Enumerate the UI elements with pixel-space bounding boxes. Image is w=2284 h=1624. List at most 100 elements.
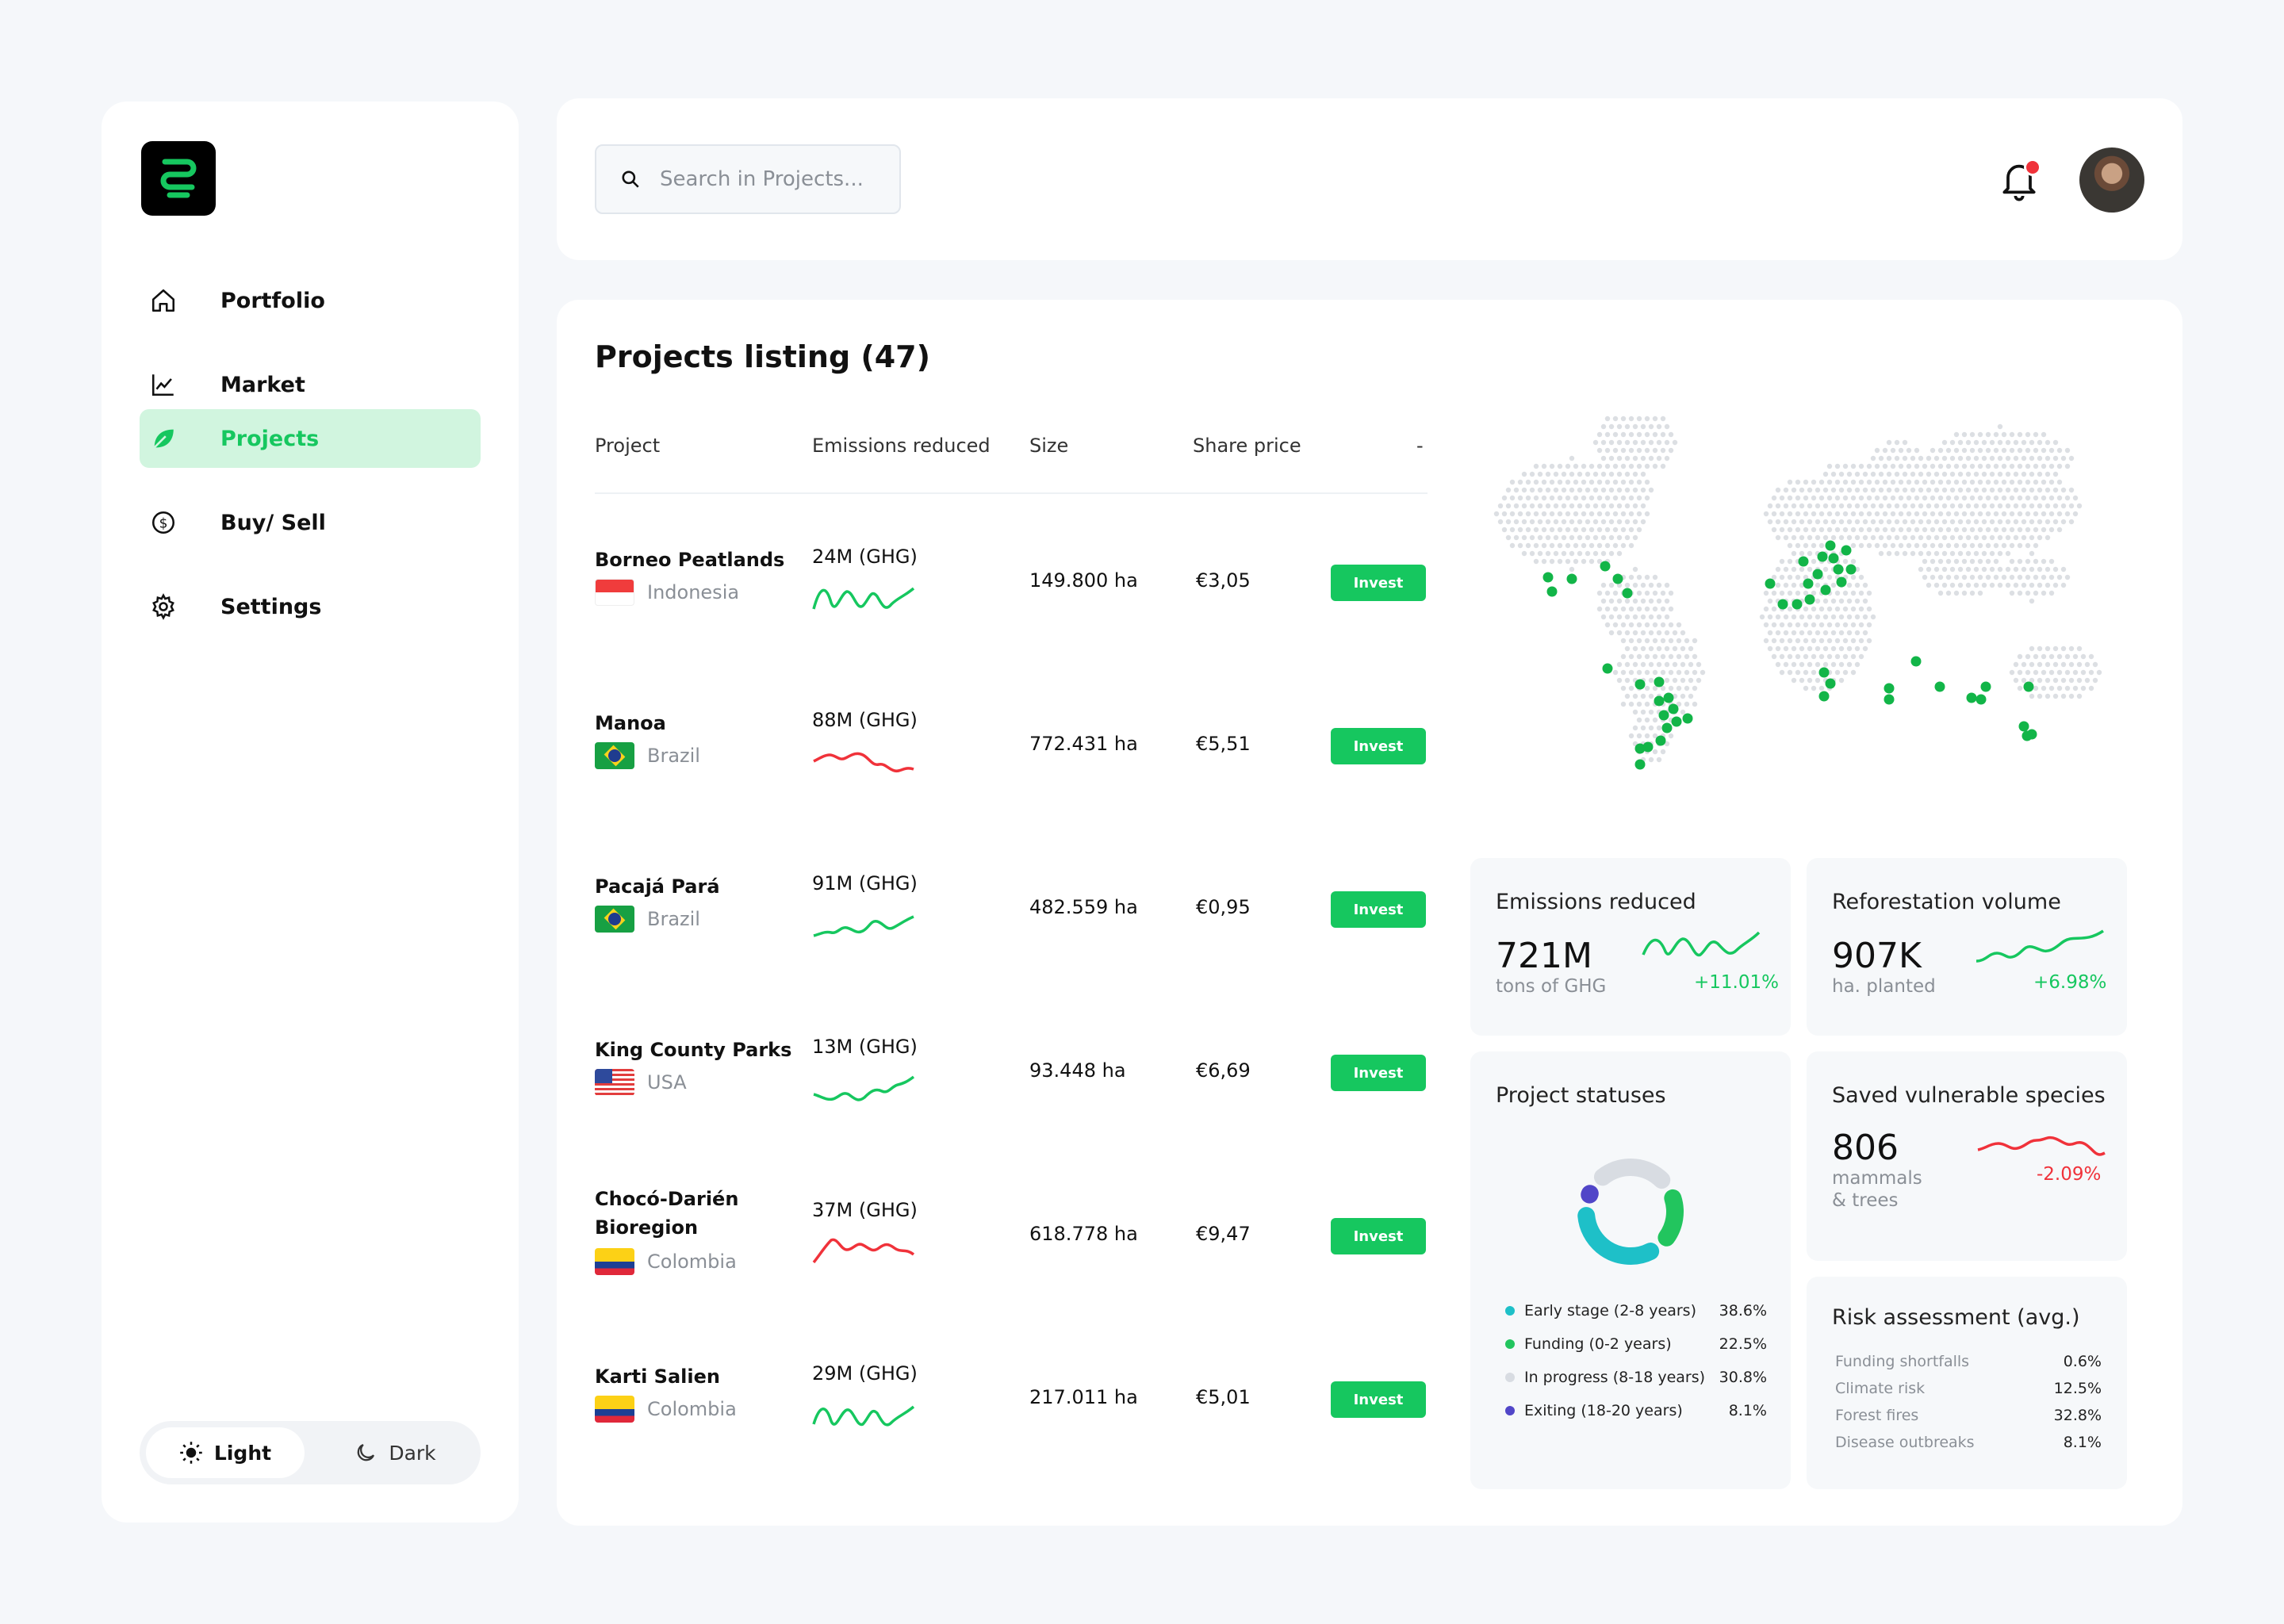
project-location-pin[interactable] — [1833, 564, 1844, 575]
invest-button[interactable]: Invest — [1331, 728, 1426, 764]
project-location-pin[interactable] — [1765, 578, 1776, 589]
project-location-pin[interactable] — [1682, 713, 1693, 724]
projects-panel: Projects listing (47) Project Emissions … — [557, 300, 2182, 1526]
table-row[interactable]: Manoa Brazil 88M (GHG) 772.431 ha €5,51 … — [595, 709, 1428, 872]
project-location-pin[interactable] — [1634, 743, 1646, 754]
project-location-pin[interactable] — [1777, 599, 1788, 610]
project-location-pin[interactable] — [1966, 692, 1977, 703]
project-location-pin[interactable] — [1600, 561, 1611, 572]
project-location-pin[interactable] — [2018, 721, 2029, 732]
project-location-pin[interactable] — [1980, 681, 1991, 692]
emissions-sparkline — [812, 1405, 915, 1427]
project-location-pin[interactable] — [1976, 694, 1987, 705]
notification-bell[interactable] — [1997, 157, 2044, 205]
nav-projects[interactable]: Projects — [140, 409, 481, 468]
project-location-pin[interactable] — [1798, 556, 1809, 567]
table-row[interactable]: Chocó-Darién Bioregion Colombia 37M (GHG… — [595, 1185, 1428, 1348]
country-name: Colombia — [647, 1251, 737, 1273]
project-name: Pacajá Pará — [595, 875, 720, 898]
project-location-pin[interactable] — [2021, 730, 2033, 741]
project-location-pin[interactable] — [1542, 572, 1554, 583]
app-logo[interactable] — [141, 141, 216, 216]
project-location-pin[interactable] — [1934, 681, 1945, 692]
project-location-pin[interactable] — [1820, 584, 1831, 596]
card-title: Risk assessment (avg.) — [1832, 1305, 2080, 1330]
nav-market[interactable]: Market — [140, 355, 481, 414]
project-location-pin[interactable] — [1818, 691, 1830, 702]
risk-value: 32.8% — [2053, 1407, 2102, 1424]
table-row[interactable]: Borneo Peatlands Indonesia 24M (GHG) 149… — [595, 546, 1428, 709]
project-location-pin[interactable] — [1602, 663, 1613, 674]
project-location-pin[interactable] — [1828, 553, 1839, 564]
dark-theme-button[interactable]: Dark — [316, 1427, 474, 1478]
table-row[interactable]: Karti Salien Colombia 29M (GHG) 217.011 … — [595, 1362, 1428, 1526]
table-row[interactable]: Pacajá Pará Brazil 91M (GHG) 482.559 ha … — [595, 872, 1428, 1036]
project-location-pin[interactable] — [1792, 599, 1803, 610]
project-location-pin[interactable] — [1658, 710, 1669, 721]
project-location-pin[interactable] — [1634, 679, 1646, 690]
table-row[interactable]: King County Parks USA 13M (GHG) 93.448 h… — [595, 1036, 1428, 1199]
project-location-pin[interactable] — [2023, 681, 2034, 692]
project-location-pin[interactable] — [1663, 692, 1674, 703]
card-unit: tons of GHG — [1496, 976, 1607, 997]
legend-dot — [1505, 1373, 1515, 1382]
project-location-pin[interactable] — [1546, 586, 1558, 597]
country-name: Brazil — [647, 745, 700, 767]
card-change: +6.98% — [2033, 972, 2107, 993]
share-price: €0,95 — [1196, 896, 1251, 918]
project-location-pin[interactable] — [1841, 545, 1852, 556]
project-location-pin[interactable] — [1654, 695, 1665, 707]
project-location-pin[interactable] — [1817, 551, 1828, 562]
nav-label: Buy/ Sell — [220, 510, 326, 535]
project-location-pin[interactable] — [1812, 569, 1823, 580]
project-location-pin[interactable] — [1836, 576, 1847, 588]
legend-dot — [1505, 1306, 1515, 1316]
project-name: King County Parks — [595, 1039, 792, 1061]
project-location-pin[interactable] — [1671, 716, 1682, 727]
project-location-pin[interactable] — [1825, 678, 1836, 689]
risk-value: 0.6% — [2063, 1353, 2102, 1370]
project-location-pin[interactable] — [1655, 735, 1666, 746]
project-country: Brazil — [595, 742, 700, 769]
project-location-pin[interactable] — [1884, 683, 1895, 694]
project-location-pin[interactable] — [1825, 540, 1836, 551]
search-input[interactable] — [660, 167, 882, 191]
project-location-pin[interactable] — [1661, 722, 1673, 733]
project-location-pin[interactable] — [1668, 703, 1679, 714]
project-size: 482.559 ha — [1029, 896, 1138, 918]
nav-settings[interactable]: Settings — [140, 577, 481, 636]
project-location-pin[interactable] — [1634, 759, 1646, 770]
project-name: Karti Salien — [595, 1365, 720, 1388]
project-location-pin[interactable] — [1803, 578, 1814, 589]
project-location-pin[interactable] — [1818, 667, 1830, 678]
search-box[interactable] — [595, 144, 901, 214]
light-theme-button[interactable]: Light — [146, 1427, 305, 1478]
project-location-pin[interactable] — [1612, 573, 1623, 584]
project-size: 93.448 ha — [1029, 1059, 1126, 1082]
invest-button[interactable]: Invest — [1331, 891, 1426, 928]
project-location-pin[interactable] — [1910, 656, 1922, 667]
invest-button[interactable]: Invest — [1331, 1218, 1426, 1254]
invest-button[interactable]: Invest — [1331, 1381, 1426, 1418]
invest-button[interactable]: Invest — [1331, 1055, 1426, 1091]
risk-row: Forest fires 32.8% — [1835, 1407, 2102, 1424]
project-location-pin[interactable] — [1845, 564, 1857, 575]
nav-buy-sell[interactable]: $ Buy/ Sell — [140, 493, 481, 552]
risk-row: Climate risk 12.5% — [1835, 1380, 2102, 1397]
country-name: USA — [647, 1071, 687, 1094]
project-location-pin[interactable] — [1654, 676, 1665, 688]
invest-button[interactable]: Invest — [1331, 565, 1426, 601]
project-location-pin[interactable] — [1622, 588, 1633, 599]
project-location-pin[interactable] — [1566, 573, 1577, 584]
light-theme-label: Light — [213, 1441, 272, 1465]
world-map[interactable] — [1485, 411, 2119, 807]
project-location-pin[interactable] — [1884, 694, 1895, 705]
project-location-pin[interactable] — [1804, 594, 1815, 605]
avatar[interactable] — [2079, 147, 2144, 213]
nav-portfolio[interactable]: Portfolio — [140, 271, 481, 330]
leaf-icon — [148, 425, 179, 452]
emissions-value: 37M (GHG) — [812, 1199, 918, 1221]
brazil-flag-icon — [595, 742, 634, 769]
risk-value: 12.5% — [2053, 1380, 2102, 1397]
emissions-value: 13M (GHG) — [812, 1036, 918, 1058]
